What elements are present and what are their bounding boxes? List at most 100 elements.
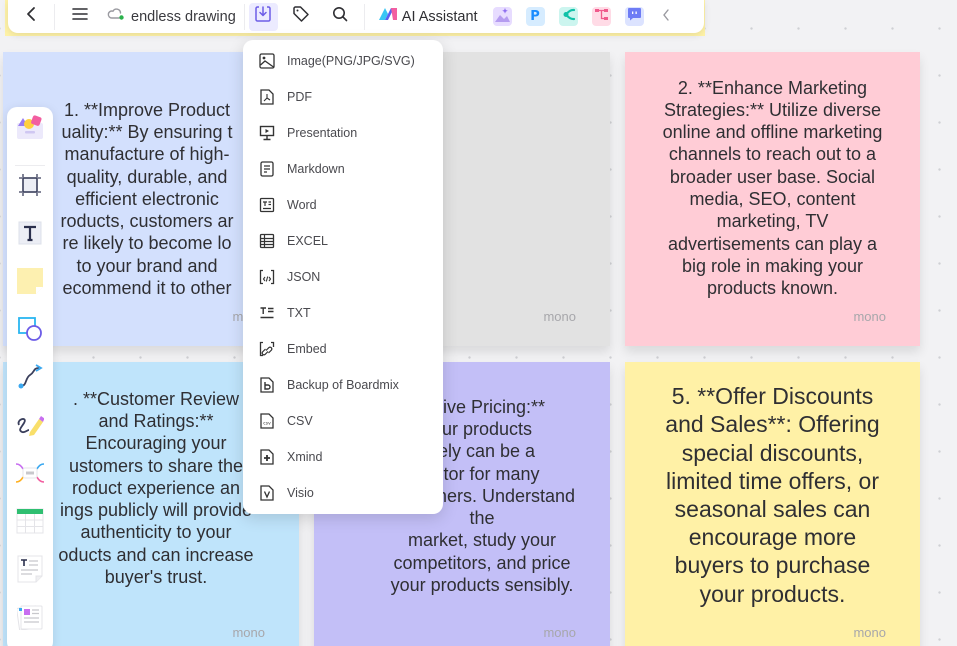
chat-app-button[interactable] [624,7,644,26]
table-icon [16,508,44,539]
sticky-note-icon [16,267,44,300]
ai-assistant-button[interactable]: AI Assistant [378,3,478,31]
tool-document[interactable] [7,551,53,591]
chevron-left-icon [662,8,670,26]
pdf-file-icon [258,88,276,106]
menu-item-label: Backup of Boardmix [287,378,399,392]
chat-app-icon [627,7,642,26]
p-app-icon: P [530,9,540,24]
sticky-note-text: 5. **Offer Discounts and Sales**: Offeri… [665,383,880,607]
export-visio[interactable]: Visio [243,475,443,511]
excel-table-icon [258,232,276,250]
export-csv[interactable]: csv CSV [243,403,443,439]
export-embed[interactable]: Embed [243,331,443,367]
ai-image-icon [494,6,511,28]
cards-icon [16,604,43,635]
tool-table[interactable] [7,503,53,543]
export-menu: Image(PNG/JPG/SVG) PDF Presentation Mark… [243,40,443,514]
tool-connector[interactable] [7,359,53,399]
left-toolbar [7,107,53,646]
menu-item-label: Visio [287,486,314,500]
embed-link-icon [258,340,276,358]
file-title-area[interactable]: endless drawing [107,3,236,31]
download-export-icon [254,5,272,28]
p-app-button[interactable]: P [525,7,545,26]
back-button[interactable] [20,3,42,31]
menu-item-label: TXT [287,306,311,320]
sticky-note-author: mono [232,625,265,640]
export-xmind[interactable]: Xmind [243,439,443,475]
tool-sticky-note[interactable] [7,263,53,303]
tag-button[interactable] [290,3,312,31]
export-button[interactable] [248,2,278,31]
image-icon [258,52,276,70]
divider [54,3,55,30]
menu-item-label: Embed [287,342,327,356]
presentation-icon [258,124,276,142]
xmind-file-icon [258,448,276,466]
hamburger-menu-icon [72,7,88,26]
tool-text[interactable] [7,215,53,255]
export-boardmix-backup[interactable]: Backup of Boardmix [243,367,443,403]
sticky-note-author: mono [853,309,886,324]
ai-logo-icon [378,7,398,26]
sticky-note-3[interactable]: 2. **Enhance Marketing Strategies:** Uti… [625,52,920,346]
mindmap-app-button[interactable] [558,7,578,26]
ai-assistant-label: AI Assistant [401,8,478,25]
export-json[interactable]: JSON [243,259,443,295]
cloud-synced-icon [107,7,125,26]
sticky-note-author: mono [543,309,576,324]
menu-item-label: Xmind [287,450,323,464]
frame-icon [18,173,42,202]
menu-item-label: Markdown [287,162,345,176]
connector-line-icon [17,363,43,395]
menu-item-label: Word [287,198,317,212]
export-excel[interactable]: EXCEL [243,223,443,259]
csv-file-icon: csv [258,412,276,430]
ai-image-app-button[interactable] [492,6,512,28]
menu-item-label: PDF [287,90,312,104]
document-icon [17,555,43,588]
sticky-note-author: mono [853,625,886,640]
word-file-icon [258,196,276,214]
menu-item-label: Presentation [287,126,358,140]
search-button[interactable] [329,3,351,31]
export-pdf[interactable]: PDF [243,79,443,115]
tool-pen[interactable] [7,407,53,447]
export-presentation[interactable]: Presentation [243,115,443,151]
collapse-toolbar-button[interactable] [658,3,674,31]
tag-icon [292,5,310,28]
tool-mindmap[interactable] [7,455,53,495]
pen-draw-icon [16,413,45,442]
main-menu-button[interactable] [69,3,91,31]
sticky-note-6[interactable]: 5. **Offer Discounts and Sales**: Offeri… [625,362,920,646]
sticky-note-text: 2. **Enhance Marketing Strategies:** Uti… [662,77,883,299]
top-toolbar: endless drawing AI Assistant P [8,0,704,33]
menu-item-label: CSV [287,414,313,428]
search-icon [332,6,348,27]
tool-shapes[interactable] [7,311,53,351]
text-icon [17,220,43,251]
tool-frame[interactable] [7,167,53,207]
menu-item-label: Image(PNG/JPG/SVG) [287,54,415,68]
boardmix-backup-icon [258,376,276,394]
shapes-icon [17,316,43,347]
markdown-file-icon [258,160,276,178]
tool-templates[interactable] [7,109,53,149]
export-word[interactable]: Word [243,187,443,223]
menu-item-label: JSON [287,270,321,284]
sticky-note-text: . **Customer Review and Ratings:** Encou… [58,388,254,588]
mindmap-icon [15,461,45,490]
export-txt[interactable]: TXT [243,295,443,331]
flowchart-app-button[interactable] [591,7,611,26]
sticky-note-text: 1. **Improve Product uality:** By ensuri… [60,99,234,299]
export-image[interactable]: Image(PNG/JPG/SVG) [243,43,443,79]
sticky-note-author: mono [543,625,576,640]
tool-cards[interactable] [7,599,53,639]
chevron-left-icon [25,6,37,27]
json-file-icon [258,268,276,286]
file-title[interactable]: endless drawing [131,9,236,25]
templates-icon [16,114,44,145]
export-markdown[interactable]: Markdown [243,151,443,187]
divider [15,165,45,166]
